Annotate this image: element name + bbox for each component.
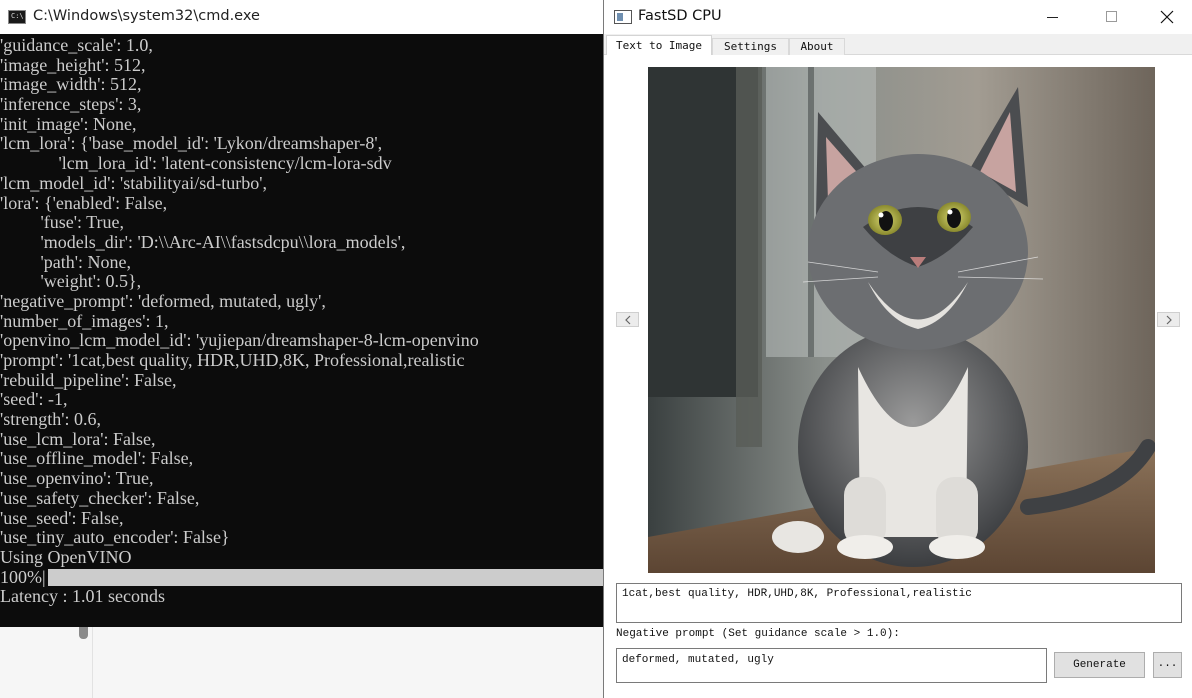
console-line: 'lcm_lora': {'base_model_id': 'Lykon/dre… [0, 133, 383, 154]
fastsd-window: FastSD CPU Text to Image Settings About [603, 0, 1192, 698]
generated-image [648, 67, 1155, 573]
console-line: 'negative_prompt': 'deformed, mutated, u… [0, 290, 326, 311]
cmd-window: C:\ C:\Windows\system32\cmd.exe 'guidanc… [0, 0, 603, 698]
window-icon [614, 10, 632, 24]
console-line: 'use_seed': False, [0, 507, 124, 528]
close-button[interactable] [1138, 0, 1192, 34]
generate-button[interactable]: Generate [1054, 652, 1145, 678]
console-line: 'init_image': None, [0, 113, 137, 134]
negative-prompt-label: Negative prompt (Set guidance scale > 1.… [616, 628, 900, 640]
negative-prompt-input[interactable]: deformed, mutated, ugly [616, 648, 1047, 683]
console-lines: 'guidance_scale': 1.0,'image_height': 51… [0, 35, 603, 607]
next-image-button[interactable] [1157, 312, 1180, 327]
console-line: 'image_height': 512, [0, 54, 146, 75]
console-line: 'rebuild_pipeline': False, [0, 369, 177, 390]
text-to-image-panel: 1cat,best quality, HDR,UHD,8K, Professio… [604, 55, 1192, 698]
chevron-left-icon [625, 315, 631, 325]
console-line: 'inference_steps': 3, [0, 94, 142, 115]
console-line: 'use_tiny_auto_encoder': False} [0, 527, 230, 548]
more-options-button[interactable]: ... [1153, 652, 1182, 678]
scrollbar-thumb[interactable] [79, 627, 88, 639]
cmd-icon: C:\ [8, 10, 26, 24]
maximize-icon [1106, 11, 1117, 22]
tab-text-to-image[interactable]: Text to Image [606, 35, 712, 55]
console-output[interactable]: 'guidance_scale': 1.0,'image_height': 51… [0, 34, 603, 627]
progress-bar [48, 568, 603, 586]
progress-row: 100%| [0, 566, 603, 588]
console-line: 'fuse': True, [0, 212, 125, 233]
console-line: 'openvino_lcm_model_id': 'yujiepan/dream… [0, 330, 479, 351]
cmd-titlebar[interactable]: C:\ C:\Windows\system32\cmd.exe [0, 0, 603, 34]
console-line: 'use_lcm_lora': False, [0, 428, 156, 449]
fastsd-titlebar[interactable]: FastSD CPU [604, 0, 1192, 34]
minimize-button[interactable] [1018, 0, 1076, 34]
divider [92, 627, 93, 698]
window-title: FastSD CPU [638, 8, 722, 24]
cmd-window-title: C:\Windows\system32\cmd.exe [33, 8, 260, 24]
console-line: 'lora': {'enabled': False, [0, 192, 168, 213]
minimize-icon [1047, 17, 1058, 18]
console-line: 'use_openvino': True, [0, 468, 154, 489]
console-line: 'prompt': '1cat,best quality, HDR,UHD,8K… [0, 350, 465, 370]
maximize-button[interactable] [1080, 0, 1138, 34]
console-line: 'strength': 0.6, [0, 409, 101, 430]
console-line: 'image_width': 512, [0, 74, 142, 95]
console-line: 'use_offline_model': False, [0, 448, 194, 469]
prompt-input[interactable]: 1cat,best quality, HDR,UHD,8K, Professio… [616, 583, 1182, 623]
latency-line: Latency : 1.01 seconds [0, 586, 165, 607]
tab-settings[interactable]: Settings [712, 38, 789, 55]
progress-label: 100%| [0, 566, 46, 587]
cmd-scroll-area [0, 627, 603, 698]
previous-image-button[interactable] [616, 312, 639, 327]
console-line: 'models_dir': 'D:\\Arc-AI\\fastsdcpu\\lo… [0, 231, 406, 252]
console-line: 'number_of_images': 1, [0, 310, 169, 331]
console-line: 'weight': 0.5}, [0, 271, 142, 292]
close-icon [1160, 10, 1174, 24]
console-line: 'guidance_scale': 1.0, [0, 35, 153, 55]
console-line: 'use_safety_checker': False, [0, 487, 200, 508]
console-line: 'path': None, [0, 251, 131, 272]
console-line: 'lcm_lora_id': 'latent-consistency/lcm-l… [0, 153, 392, 174]
console-line: 'lcm_model_id': 'stabilityai/sd-turbo', [0, 172, 267, 193]
tab-about[interactable]: About [789, 38, 845, 55]
console-line: Using OpenVINO [0, 546, 132, 567]
console-line: 'seed': -1, [0, 389, 68, 410]
chevron-right-icon [1166, 315, 1172, 325]
